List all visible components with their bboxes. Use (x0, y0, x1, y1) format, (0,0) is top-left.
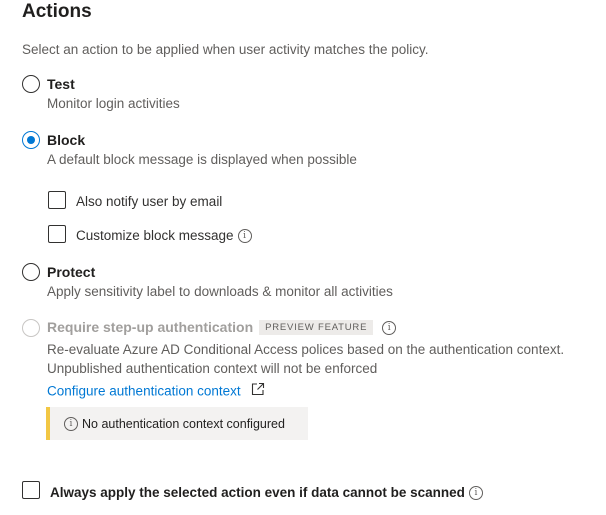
radio-stepup[interactable] (22, 319, 40, 337)
customize-message-label[interactable]: Customize block message (76, 228, 234, 243)
option-stepup-description-2: Unpublished authentication context will … (47, 361, 378, 376)
always-apply-row: Always apply the selected action even if… (50, 484, 483, 502)
option-stepup-description-1: Re-evaluate Azure AD Conditional Access … (47, 342, 565, 357)
configure-auth-context-link[interactable]: Configure authentication context (47, 384, 241, 399)
radio-block[interactable] (22, 131, 40, 149)
section-description: Select an action to be applied when user… (22, 42, 429, 57)
configure-auth-context-row: Configure authentication context (47, 382, 265, 401)
option-test-label[interactable]: Test (47, 76, 75, 92)
radio-test[interactable] (22, 75, 40, 93)
option-block-label[interactable]: Block (47, 132, 85, 148)
always-apply-label[interactable]: Always apply the selected action even if… (50, 485, 465, 500)
message-bar: i No authentication context configured (46, 407, 308, 440)
radio-protect[interactable] (22, 263, 40, 281)
section-title: Actions (22, 1, 92, 22)
message-bar-text: No authentication context configured (82, 417, 285, 431)
preview-feature-badge: PREVIEW FEATURE (259, 320, 374, 336)
customize-message-checkbox[interactable] (48, 225, 66, 243)
info-icon[interactable]: i (468, 485, 483, 500)
option-stepup-row: Require step-up authentication PREVIEW FE… (47, 319, 397, 337)
info-icon[interactable]: i (382, 320, 397, 335)
notify-email-checkbox[interactable] (48, 191, 66, 209)
external-link-icon[interactable] (251, 382, 265, 401)
option-test-description: Monitor login activities (47, 96, 180, 111)
info-icon[interactable]: i (237, 229, 252, 244)
notify-email-label[interactable]: Also notify user by email (76, 194, 222, 209)
info-icon: i (64, 417, 78, 431)
customize-message-row: Customize block message i (76, 228, 252, 244)
option-protect-label[interactable]: Protect (47, 264, 95, 280)
option-protect-description: Apply sensitivity label to downloads & m… (47, 284, 393, 299)
option-stepup-label[interactable]: Require step-up authentication (47, 319, 253, 335)
option-block-description: A default block message is displayed whe… (47, 152, 357, 167)
always-apply-checkbox[interactable] (22, 481, 40, 499)
